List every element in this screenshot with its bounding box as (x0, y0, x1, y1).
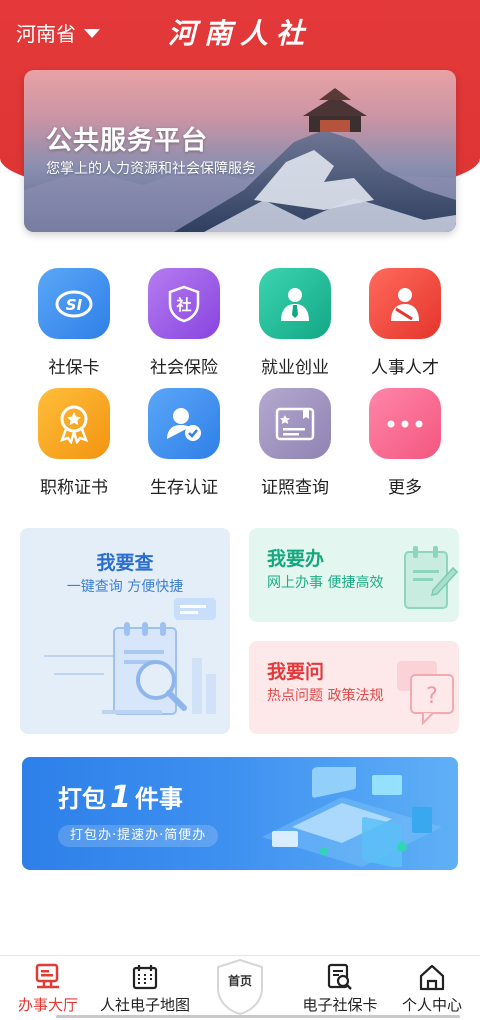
card-ask-title: 我要问 (267, 661, 325, 683)
grid-label: 人事人才 (371, 358, 439, 378)
nav-label: 人社电子地图 (99, 996, 190, 1014)
user-verify-icon (148, 388, 220, 459)
calendar-map-icon (132, 963, 158, 991)
card-handle-title: 我要办 (267, 548, 325, 570)
grid-item-social-security-card[interactable]: SI 社保卡 (19, 268, 129, 378)
nav-label: 个人中心 (401, 996, 462, 1014)
home-person-icon (418, 963, 446, 991)
promo-title-number: 1 (110, 780, 131, 815)
certificate-icon (259, 388, 331, 459)
service-hall-icon (35, 963, 61, 991)
grid-item-more[interactable]: 更多 (350, 388, 460, 498)
nav-item-e-card[interactable]: 电子社保卡 (290, 956, 390, 1016)
e-card-search-icon (327, 963, 353, 991)
grid-item-survival-authentication[interactable]: 生存认证 (129, 388, 239, 498)
business-person-icon (259, 268, 331, 339)
grid-item-license-query[interactable]: 证照查询 (240, 388, 350, 498)
nav-item-e-map[interactable]: 人社电子地图 (90, 956, 200, 1016)
nav-item-personal-center[interactable]: 个人中心 (386, 956, 478, 1016)
form-edit-icon (404, 546, 459, 609)
grid-item-personnel-talent[interactable]: 人事人才 (350, 268, 460, 378)
grid-item-title-certificate[interactable]: 职称证书 (19, 388, 129, 498)
more-dots-icon (369, 388, 441, 459)
card-query-subtitle: 一键查询 方便快捷 (66, 579, 184, 595)
nav-label: 办事大厅 (17, 996, 78, 1014)
home-button[interactable]: 首页 (214, 958, 266, 1016)
card-query-title: 我要查 (96, 552, 154, 574)
card-handle[interactable]: 我要办 网上办事 便捷高效 (249, 528, 459, 622)
banner-title: 公共服务平台 (46, 126, 209, 156)
promo-subtitle: 打包办·提速办·简便办 (58, 825, 219, 847)
svg-text:SI: SI (66, 296, 83, 314)
card-query[interactable]: 我要查 一键查询 方便快捷 (20, 528, 230, 734)
grid-item-social-insurance[interactable]: 社 社会保险 (129, 268, 239, 378)
question-bubble-icon: ? (397, 661, 454, 726)
promo-banner[interactable]: 打包 1 件事 打包办·提速办·简便办 (22, 757, 458, 870)
grid-label: 职称证书 (40, 478, 108, 498)
grid-label: 证照查询 (261, 478, 329, 498)
promo-title: 打包 1 件事 (58, 779, 183, 815)
grid-item-employment[interactable]: 就业创业 (240, 268, 350, 378)
card-ask-subtitle: 热点问题 政策法规 (267, 688, 384, 704)
banner[interactable]: 公共服务平台 您掌上的人力资源和社会保障服务 (24, 70, 456, 232)
nav-item-service-hall[interactable]: 办事大厅 (0, 956, 96, 1016)
banner-subtitle: 您掌上的人力资源和社会保障服务 (46, 161, 256, 177)
promo-title-post: 件事 (134, 785, 183, 813)
grid-label: 就业创业 (261, 358, 329, 378)
card-ask[interactable]: 我要问 热点问题 政策法规 ? (249, 641, 459, 734)
isometric-office-illustration (262, 767, 442, 867)
app-title: 河南人社 (167, 17, 312, 50)
document-search-icon (44, 598, 216, 715)
social-security-card-icon: SI (38, 268, 110, 339)
talent-person-icon (369, 268, 441, 339)
home-label: 首页 (227, 974, 252, 988)
grid-label: 生存认证 (150, 478, 218, 498)
svg-text:?: ? (426, 684, 438, 709)
grid-label: 社保卡 (48, 358, 100, 378)
svg-text:社: 社 (175, 296, 191, 314)
nav-label: 电子社保卡 (302, 996, 378, 1014)
promo-title-pre: 打包 (58, 785, 106, 813)
card-handle-subtitle: 网上办事 便捷高效 (267, 575, 384, 591)
home-indicator-bar (56, 1015, 460, 1018)
grid-label: 社会保险 (150, 358, 218, 378)
grid-label: 更多 (388, 478, 422, 498)
medal-icon (38, 388, 110, 459)
shield-she-icon: 社 (148, 268, 220, 339)
